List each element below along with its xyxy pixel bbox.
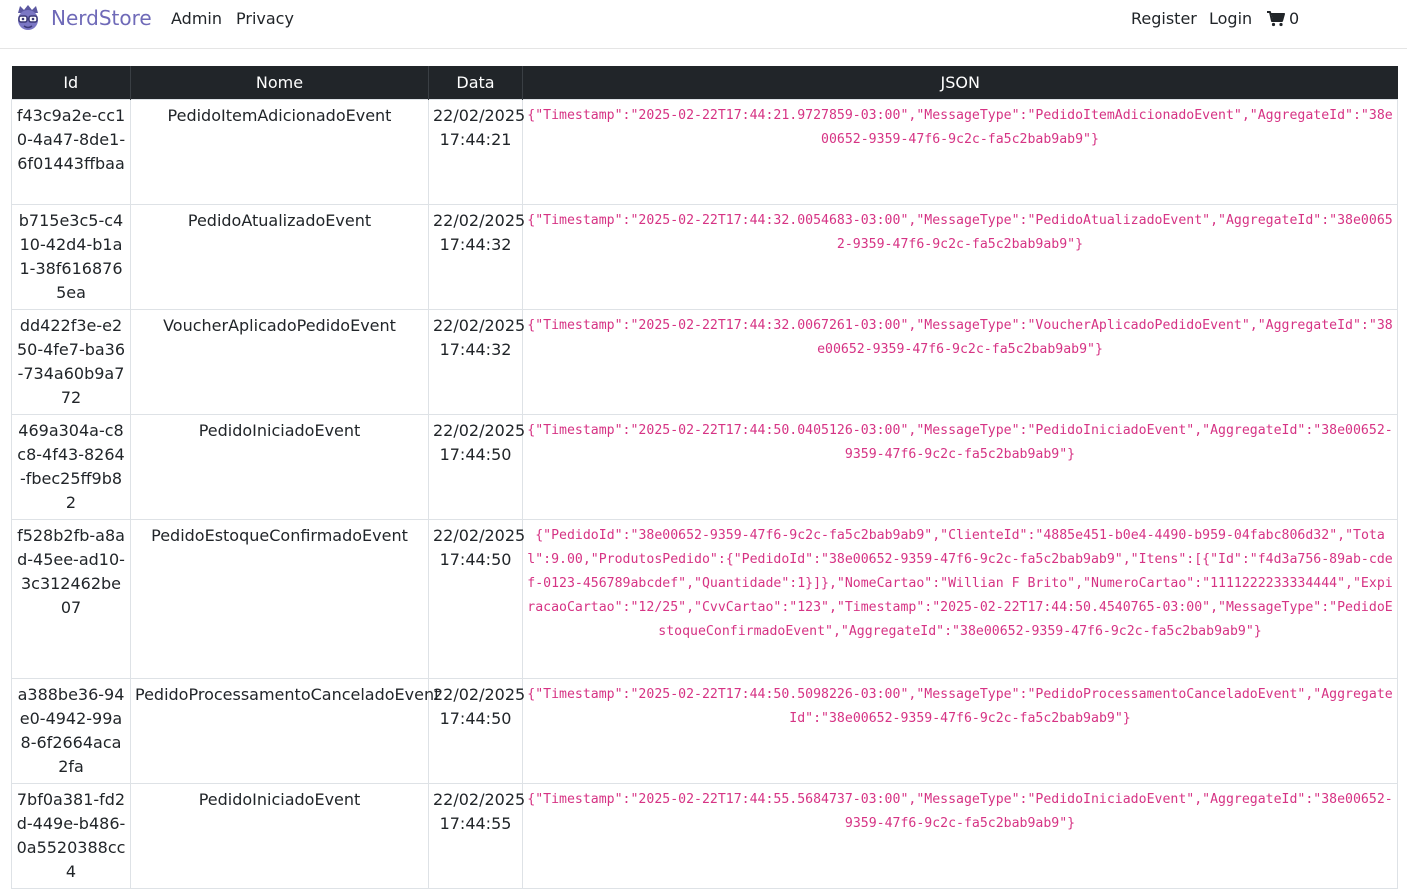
cell-json: {"PedidoId":"38e00652-9359-47f6-9c2c-fa5…	[522, 519, 1398, 679]
cell-nome: PedidoEstoqueConfirmadoEvent	[130, 519, 429, 679]
cell-id: dd422f3e-e250-4fe7-ba36-734a60b9a772	[11, 309, 131, 415]
table-row: dd422f3e-e250-4fe7-ba36-734a60b9a772 Vou…	[11, 309, 1398, 415]
cell-json: {"Timestamp":"2025-02-22T17:44:21.972785…	[522, 99, 1398, 205]
table-row: 7bf0a381-fd2d-449e-b486-0a5520388cc4 Ped…	[11, 783, 1398, 889]
nav-link-privacy[interactable]: Privacy	[236, 9, 294, 29]
cell-id: f43c9a2e-cc10-4a47-8de1-6f01443ffbaa	[11, 99, 131, 205]
table-row: f528b2fb-a8ad-45ee-ad10-3c312462be07 Ped…	[11, 519, 1398, 679]
cell-id: a388be36-94e0-4942-99a8-6f2664aca2fa	[11, 678, 131, 784]
cell-json: {"Timestamp":"2025-02-22T17:44:32.005468…	[522, 204, 1398, 310]
header-data: Data	[428, 66, 523, 100]
cell-data: 22/02/2025 17:44:32	[428, 204, 525, 310]
table-row: a388be36-94e0-4942-99a8-6f2664aca2fa Ped…	[11, 678, 1398, 784]
table-header-row: Id Nome Data JSON	[11, 66, 1398, 100]
cell-data: 22/02/2025 17:44:32	[428, 309, 525, 415]
login-link[interactable]: Login	[1209, 9, 1252, 29]
cell-id: b715e3c5-c410-42d4-b1a1-38f6168765ea	[11, 204, 131, 310]
table-row: f43c9a2e-cc10-4a47-8de1-6f01443ffbaa Ped…	[11, 99, 1398, 205]
header-id: Id	[11, 66, 131, 100]
cell-nome: PedidoIniciadoEvent	[130, 414, 429, 520]
cell-nome: PedidoProcessamentoCanceladoEvent	[130, 678, 440, 784]
table-row: b715e3c5-c410-42d4-b1a1-38f6168765ea Ped…	[11, 204, 1398, 310]
table-row: 469a304a-c8c8-4f43-8264-fbec25ff9b82 Ped…	[11, 414, 1398, 520]
cell-id: 7bf0a381-fd2d-449e-b486-0a5520388cc4	[11, 783, 131, 889]
cart-count: 0	[1289, 9, 1300, 28]
cell-nome: PedidoIniciadoEvent	[130, 783, 429, 889]
cell-nome: PedidoAtualizadoEvent	[130, 204, 429, 310]
cell-json: {"Timestamp":"2025-02-22T17:44:55.568473…	[522, 783, 1398, 889]
nerd-logo-icon	[18, 5, 38, 30]
cart-link[interactable]: 0	[1267, 9, 1299, 29]
cell-data: 22/02/2025 17:44:21	[428, 99, 525, 205]
events-table: Id Nome Data JSON f43c9a2e-cc10-4a47-8de…	[11, 66, 1398, 889]
cell-json: {"Timestamp":"2025-02-22T17:44:50.509822…	[522, 678, 1398, 784]
cell-json: {"Timestamp":"2025-02-22T17:44:50.040512…	[522, 414, 1398, 520]
cell-json: {"Timestamp":"2025-02-22T17:44:32.006726…	[522, 309, 1398, 415]
cell-nome: VoucherAplicadoPedidoEvent	[130, 309, 429, 415]
nav-link-admin[interactable]: Admin	[171, 9, 222, 29]
cell-data: 22/02/2025 17:44:55	[428, 783, 525, 889]
navbar: NerdStore Admin Privacy Register Login 0	[0, 0, 1407, 49]
cell-data: 22/02/2025 17:44:50	[428, 519, 525, 679]
brand-link[interactable]: NerdStore	[14, 3, 152, 33]
brand-name: NerdStore	[51, 6, 152, 30]
header-json: JSON	[522, 66, 1398, 100]
register-link[interactable]: Register	[1131, 9, 1197, 29]
cell-nome: PedidoItemAdicionadoEvent	[130, 99, 429, 205]
cell-data: 22/02/2025 17:44:50	[428, 678, 525, 784]
cell-id: 469a304a-c8c8-4f43-8264-fbec25ff9b82	[11, 414, 131, 520]
header-nome: Nome	[130, 66, 429, 100]
cell-data: 22/02/2025 17:44:50	[428, 414, 525, 520]
cell-id: f528b2fb-a8ad-45ee-ad10-3c312462be07	[11, 519, 131, 679]
shopping-cart-icon	[1267, 11, 1285, 27]
